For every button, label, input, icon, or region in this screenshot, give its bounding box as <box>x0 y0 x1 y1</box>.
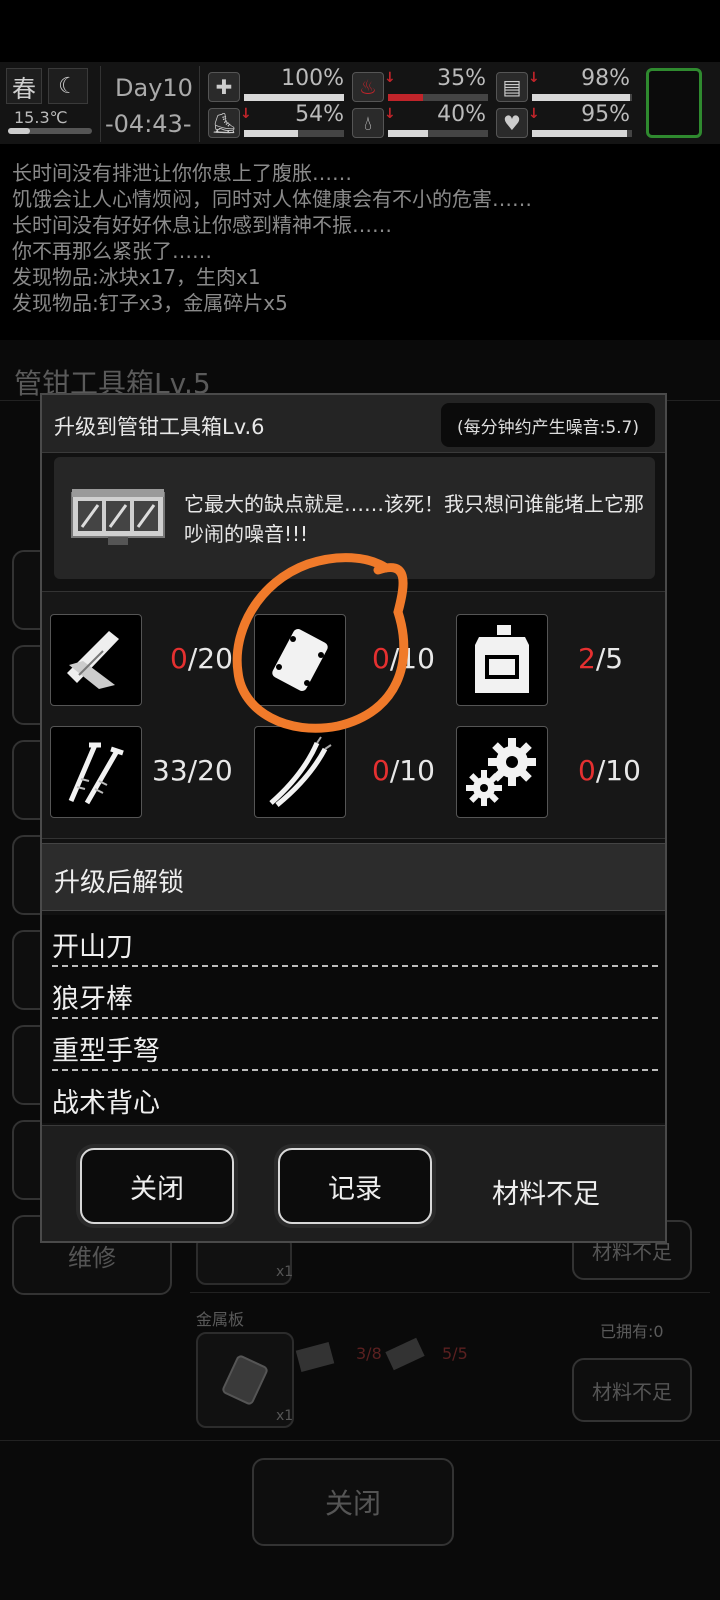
have-count: 0 <box>372 642 390 675</box>
boot-icon: ⛸ <box>208 108 240 138</box>
description-text: 它最大的缺点就是……该死！我只想问谁能堵上它那吵闹的噪音!!! <box>184 492 644 546</box>
material-slot-wood[interactable] <box>50 614 142 706</box>
panel-close-button[interactable]: 关闭 <box>252 1458 454 1546</box>
log-line: 长时间没有好好休息让你感到精神不振…… <box>12 213 392 237</box>
unlock-header: 升级后解锁 <box>42 843 665 911</box>
req-count: 5/5 <box>442 1344 468 1363</box>
need-count: /10 <box>389 754 435 787</box>
food-value: 98% <box>581 66 630 91</box>
water-drop-icon: 💧︎ <box>352 108 384 138</box>
log-line: 长时间没有排泄让你你患上了腹胀…… <box>12 161 352 185</box>
health-bar <box>244 94 344 101</box>
insufficient-label: 材料不足 <box>492 1179 600 1210</box>
material-count: 2/5 <box>578 642 623 675</box>
mood-bar <box>532 130 632 137</box>
have-count: 0 <box>578 754 596 787</box>
have-count: 33 <box>152 754 188 787</box>
health-value: 100% <box>281 66 344 91</box>
need-count: /20 <box>187 642 233 675</box>
mood-alert-icon: ↓ <box>528 106 540 122</box>
material-count: 0/20 <box>170 642 233 675</box>
unlock-item: 狼牙棒 <box>52 967 658 1019</box>
status-bar: 春 ☾ 15.3℃ Day10 -04:43- ✚ 100% ♨ ↓ 35% ▤… <box>0 62 720 144</box>
stamina-bar <box>244 130 344 137</box>
metal-plate-icon <box>272 629 328 691</box>
material-slot-metal-plate[interactable] <box>254 614 346 706</box>
food-alert-icon: ↓ <box>528 70 540 86</box>
upgrade-dialog: 升级到管钳工具箱Lv.6 (每分钟约产生噪音:5.7) 它最大的缺点就是……该死… <box>40 393 667 1243</box>
season-label: 春 <box>6 68 42 104</box>
materials-grid: 0/20 0/10 2/5 33/20 0/10 0/10 <box>42 591 665 839</box>
wood-planks-icon <box>67 631 119 689</box>
metal-plate-icon <box>222 1355 268 1405</box>
nails-icon <box>68 742 124 805</box>
equipment-slot[interactable] <box>646 68 702 138</box>
close-button[interactable]: 关闭 <box>80 1148 234 1224</box>
toolbox-icon <box>71 489 165 545</box>
have-count: 2 <box>578 642 596 675</box>
day-label: Day10 <box>115 74 193 102</box>
stomach-bar <box>388 94 488 101</box>
gears-icon <box>466 738 536 806</box>
wood-icon <box>385 1337 425 1371</box>
unlock-header-label: 升级后解锁 <box>54 868 185 898</box>
stomach-icon: ♨ <box>352 72 384 102</box>
time-label: -04:43- <box>105 110 192 138</box>
req-count: 3/8 <box>356 1344 382 1363</box>
food-can-icon: ▤ <box>496 72 528 102</box>
need-count: /20 <box>187 754 233 787</box>
insufficient-button[interactable]: 材料不足 <box>572 1358 692 1422</box>
material-count: 33/20 <box>152 754 233 787</box>
need-count: /10 <box>389 642 435 675</box>
material-slot-wires[interactable] <box>254 726 346 818</box>
temperature-gauge <box>8 128 92 134</box>
mood-value: 95% <box>581 102 630 127</box>
food-bar <box>532 94 632 101</box>
dialog-footer: 关闭 记录 材料不足 <box>42 1125 665 1241</box>
moon-icon: ☾ <box>48 68 88 104</box>
wires-icon <box>269 736 332 807</box>
stomach-value: 35% <box>437 66 486 91</box>
noise-badge: (每分钟约产生噪音:5.7) <box>440 403 655 447</box>
need-count: /10 <box>595 754 641 787</box>
owned-count: 已拥有:0 <box>600 1322 664 1341</box>
water-value: 40% <box>437 102 486 127</box>
dialog-header: 升级到管钳工具箱Lv.6 (每分钟约产生噪音:5.7) <box>42 395 665 453</box>
heart-icon: ♥ <box>496 108 528 138</box>
material-slot-gears[interactable] <box>456 726 548 818</box>
item-name: 金属板 <box>196 1310 245 1329</box>
stamina-value: 54% <box>295 102 344 127</box>
stamina-alert-icon: ↓ <box>240 106 252 122</box>
material-count: 0/10 <box>372 642 435 675</box>
description-box: 它最大的缺点就是……该死！我只想问谁能堵上它那吵闹的噪音!!! <box>54 457 655 579</box>
first-aid-icon: ✚ <box>208 72 240 102</box>
unlock-item: 开山刀 <box>52 915 658 967</box>
water-alert-icon: ↓ <box>384 106 396 122</box>
material-slot-nails[interactable] <box>50 726 142 818</box>
unlock-list: 开山刀 狼牙棒 重型手弩 战术背心 <box>42 915 665 1123</box>
log-line: 你不再那么紧张了…… <box>12 239 212 263</box>
water-bar <box>388 130 488 137</box>
log-line: 发现物品:冰块x17，生肉x1 <box>12 265 261 289</box>
dialog-title: 升级到管钳工具箱Lv.6 <box>54 415 265 439</box>
item-qty: x1 <box>276 1408 294 1424</box>
message-log: 长时间没有排泄让你你患上了腹胀…… 饥饿会让人心情烦闷，同时对人体健康会有不小的… <box>0 148 720 336</box>
have-count: 0 <box>372 754 390 787</box>
item-qty: x1 <box>276 1264 294 1280</box>
have-count: 0 <box>170 642 188 675</box>
material-count: 0/10 <box>578 754 641 787</box>
log-line: 发现物品:钉子x3，金属碎片x5 <box>12 291 288 315</box>
time-panel: Day10 -04:43- <box>100 66 200 142</box>
material-slot-fuel[interactable] <box>456 614 548 706</box>
unlock-item: 重型手弩 <box>52 1019 658 1071</box>
stomach-alert-icon: ↓ <box>384 70 396 86</box>
temperature-label: 15.3℃ <box>14 108 68 127</box>
metal-scrap-icon <box>295 1341 335 1373</box>
need-count: /5 <box>595 642 624 675</box>
record-button[interactable]: 记录 <box>278 1148 432 1224</box>
fuel-can-icon <box>475 625 529 693</box>
unlock-item: 战术背心 <box>52 1088 160 1119</box>
log-line: 饥饿会让人心情烦闷，同时对人体健康会有不小的危害…… <box>12 187 532 211</box>
material-count: 0/10 <box>372 754 435 787</box>
